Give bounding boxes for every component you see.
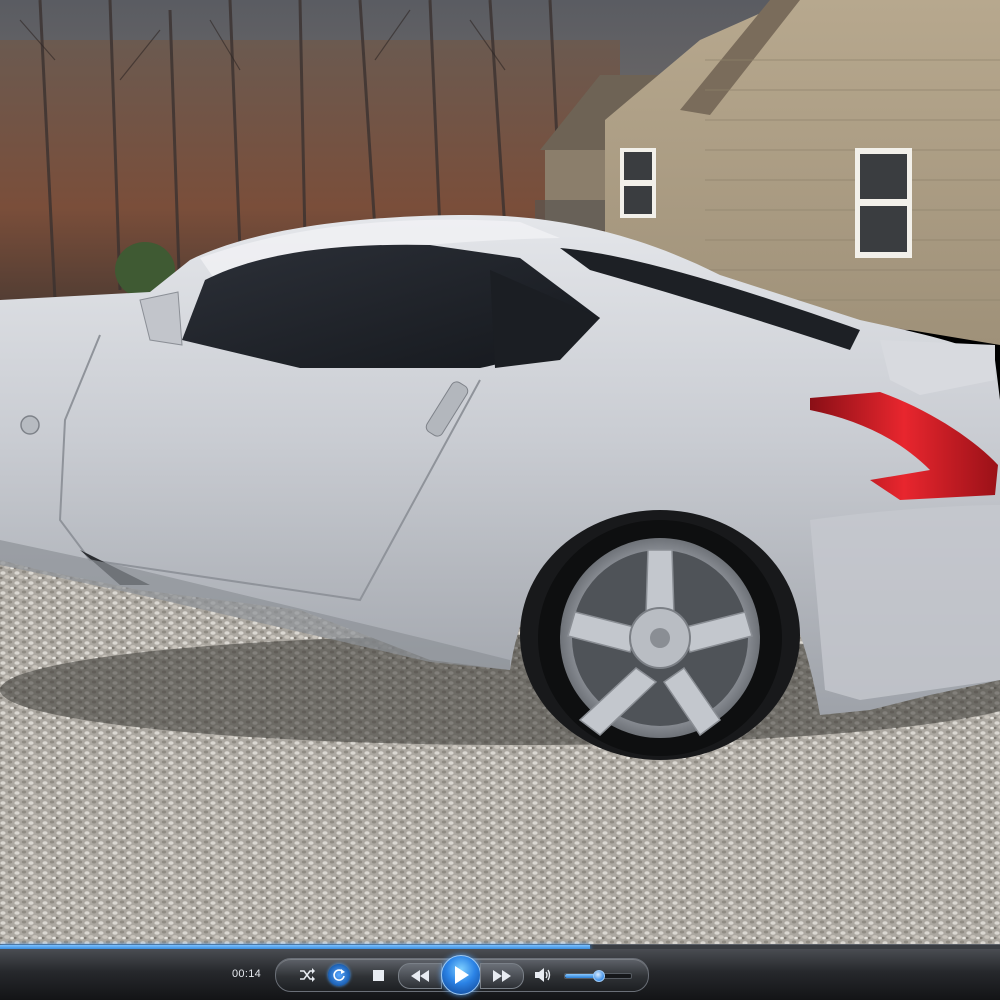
mute-button[interactable] (532, 965, 554, 985)
video-scene (0, 0, 1000, 946)
stop-icon (372, 969, 384, 981)
fast-forward-icon (493, 970, 511, 982)
media-player-window: 00:14 (0, 0, 1000, 1000)
rewind-icon (411, 970, 429, 982)
volume-slider[interactable] (564, 970, 632, 982)
play-button[interactable] (441, 955, 481, 995)
fast-forward-button[interactable] (480, 963, 524, 989)
play-icon (455, 966, 469, 984)
repeat-button[interactable] (328, 964, 350, 986)
stop-button[interactable] (368, 965, 388, 985)
volume-slider-thumb[interactable] (593, 970, 605, 982)
transport-controls (275, 955, 649, 995)
speaker-icon (535, 968, 551, 982)
rewind-button[interactable] (398, 963, 442, 989)
playback-control-bar: 00:14 (0, 949, 1000, 1000)
repeat-icon (333, 969, 345, 981)
shuffle-icon (300, 968, 315, 982)
video-frame[interactable] (0, 0, 1000, 946)
shuffle-button[interactable] (296, 965, 318, 985)
current-time-label: 00:14 (232, 968, 262, 980)
